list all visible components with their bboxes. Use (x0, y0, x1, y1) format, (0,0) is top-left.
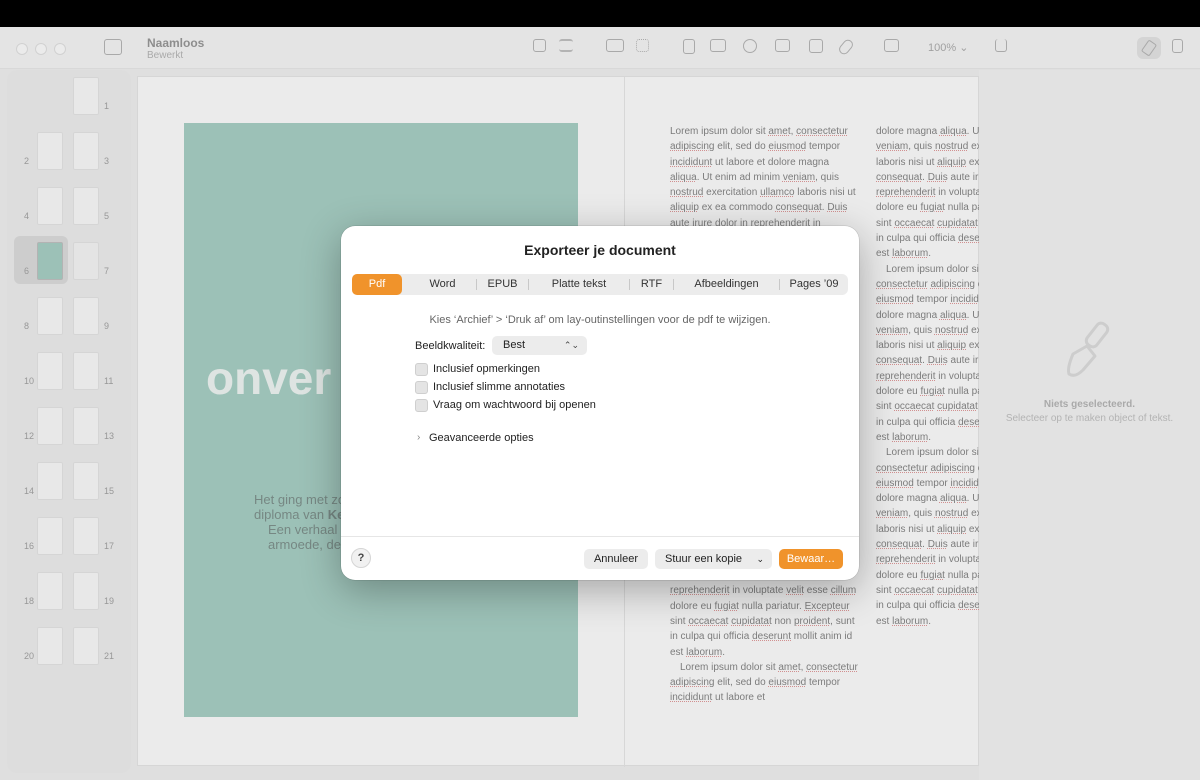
cancel-button[interactable]: Annuleer (584, 549, 648, 569)
advanced-options-disclosure[interactable]: Geavanceerde opties (429, 432, 534, 444)
chevron-right-icon[interactable]: › (417, 432, 420, 443)
tab-rtf[interactable]: RTF (630, 274, 673, 295)
tab-plain-text[interactable]: Platte tekst (529, 274, 629, 295)
updown-chevron-icon: ⌃⌄ (563, 340, 579, 350)
include-smart-annotations-label: Inclusief slimme annotaties (433, 381, 566, 393)
format-tabs: Pdf Word EPUB Platte tekst RTF Afbeeldin… (352, 274, 848, 295)
footer-divider (341, 536, 859, 537)
require-password-label: Vraag om wachtwoord bij openen (433, 399, 596, 411)
include-comments-label: Inclusief opmerkingen (433, 363, 541, 375)
tab-word[interactable]: Word (409, 274, 476, 295)
pdf-hint-text: Kies ‘Archief’ > ‘Druk af’ om lay-outins… (429, 314, 771, 326)
tab-pages-09[interactable]: Pages ’09 (780, 274, 848, 295)
tab-epub[interactable]: EPUB (477, 274, 528, 295)
send-copy-label: Stuur een kopie (665, 553, 743, 565)
require-password-checkbox[interactable] (415, 399, 428, 412)
include-smart-annotations-checkbox[interactable] (415, 381, 428, 394)
chevron-down-icon: ⌄ (756, 554, 764, 564)
tab-pdf[interactable]: Pdf (352, 274, 402, 295)
image-quality-select[interactable]: Best ⌃⌄ (492, 336, 587, 355)
image-quality-value: Best (503, 339, 526, 351)
send-copy-button[interactable]: Stuur een kopie ⌄ (655, 549, 772, 569)
export-dialog: Exporteer je document Pdf Word EPUB Plat… (341, 226, 859, 580)
image-quality-label: Beeldkwaliteit: (415, 340, 486, 352)
dialog-title: Exporteer je document (524, 242, 676, 258)
save-button[interactable]: Bewaar… (779, 549, 843, 569)
include-comments-checkbox[interactable] (415, 363, 428, 376)
help-button[interactable]: ? (351, 548, 371, 568)
tab-images[interactable]: Afbeeldingen (674, 274, 779, 295)
